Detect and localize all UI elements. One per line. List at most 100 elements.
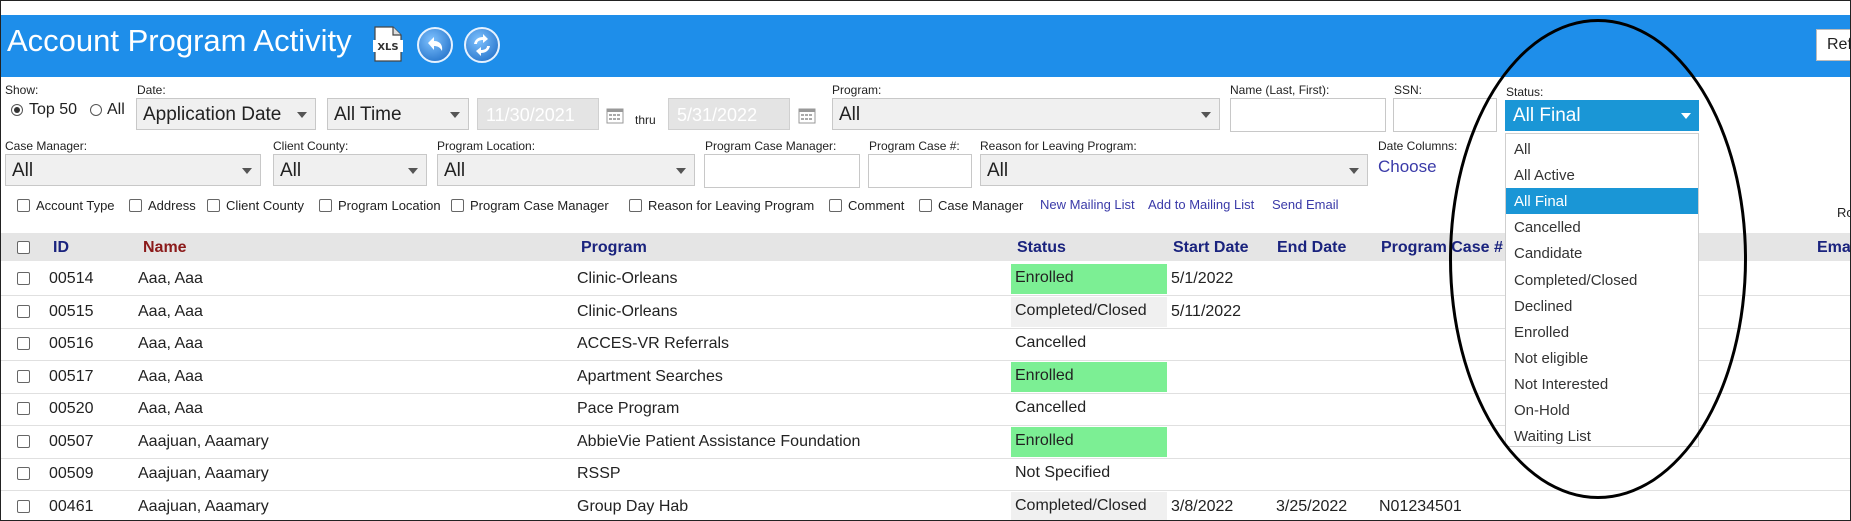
status-option[interactable]: On-Hold (1506, 397, 1698, 423)
row-checkbox[interactable] (17, 272, 30, 285)
chevron-down-icon (676, 168, 686, 174)
row-checkbox[interactable] (17, 435, 30, 448)
refresh-text-button[interactable]: Ref (1816, 29, 1850, 61)
program-case-manager-input[interactable] (704, 154, 860, 188)
chevron-down-icon (242, 168, 252, 174)
status-option[interactable]: Cancelled (1506, 214, 1698, 240)
column-checkbox[interactable] (829, 199, 842, 212)
back-button[interactable] (417, 27, 453, 63)
new-mailing-list-link[interactable]: New Mailing List (1040, 197, 1135, 212)
name-label: Name (Last, First): (1230, 83, 1330, 97)
cell-program: Pace Program (577, 400, 680, 417)
row-checkbox[interactable] (17, 467, 30, 480)
reason-select[interactable]: All (980, 154, 1368, 186)
status-option[interactable]: Candidate (1506, 240, 1698, 266)
column-option-label: Address (148, 198, 196, 213)
cell-name: Aaajuan, Aaamary (138, 498, 269, 515)
cell-name: Aaajuan, Aaamary (138, 433, 269, 450)
chevron-down-icon (408, 168, 418, 174)
send-email-link[interactable]: Send Email (1272, 197, 1338, 212)
column-header-name[interactable]: Name (143, 239, 187, 257)
cell-id: 00515 (49, 303, 94, 320)
column-header-start-date[interactable]: Start Date (1173, 239, 1249, 257)
column-checkbox[interactable] (129, 199, 142, 212)
cell-id: 00516 (49, 335, 94, 352)
cell-name: Aaajuan, Aaamary (138, 465, 269, 482)
name-input[interactable] (1230, 98, 1386, 132)
from-date-input[interactable]: 11/30/2021 (477, 98, 599, 130)
excel-export-icon[interactable]: XLS (373, 26, 403, 62)
status-option[interactable]: Declined (1506, 293, 1698, 319)
cell-program: Apartment Searches (577, 368, 723, 385)
select-all-checkbox[interactable] (17, 241, 30, 254)
row-checkbox[interactable] (17, 402, 30, 415)
row-checkbox[interactable] (17, 500, 30, 513)
choose-date-columns-link[interactable]: Choose (1378, 157, 1437, 177)
app-window: Account Program Activity XLS Ref Show: T… (0, 0, 1851, 521)
ssn-label: SSN: (1394, 83, 1423, 97)
cell-program: AbbieVie Patient Assistance Foundation (577, 433, 861, 450)
status-option[interactable]: All Final (1506, 188, 1698, 214)
to-date-input[interactable]: 5/31/2022 (668, 98, 790, 130)
cell-name: Aaa, Aaa (138, 335, 203, 352)
column-checkbox[interactable] (919, 199, 932, 212)
cell-name: Aaa, Aaa (138, 270, 203, 287)
cell-program: ACCES-VR Referrals (577, 335, 730, 352)
date-label: Date: (137, 83, 166, 97)
cell-program: Group Day Hab (577, 498, 689, 515)
table-row[interactable] (1, 459, 1850, 490)
cell-name: Aaa, Aaa (138, 400, 203, 417)
row-checkbox[interactable] (17, 370, 30, 383)
program-select[interactable]: All (832, 98, 1220, 130)
chevron-down-icon (450, 112, 460, 118)
status-select[interactable]: All Final (1505, 100, 1699, 131)
column-header-id[interactable]: ID (53, 239, 69, 257)
client-county-select[interactable]: All (273, 154, 427, 186)
column-checkbox[interactable] (451, 199, 464, 212)
status-option[interactable]: All Active (1506, 162, 1698, 188)
date-type-select[interactable]: Application Date (136, 98, 316, 130)
calendar-icon[interactable] (606, 106, 624, 124)
cell-name: Aaa, Aaa (138, 368, 203, 385)
column-checkbox[interactable] (319, 199, 332, 212)
program-location-label: Program Location: (437, 139, 536, 153)
column-header-email[interactable]: Ema (1817, 239, 1850, 257)
column-header-status[interactable]: Status (1017, 239, 1066, 257)
cell-id: 00509 (49, 465, 94, 482)
cell-start-date: 5/1/2022 (1171, 270, 1234, 287)
add-to-mailing-list-link[interactable]: Add to Mailing List (1148, 197, 1254, 212)
ssn-input[interactable] (1393, 98, 1497, 132)
cell-status: Enrolled (1011, 264, 1167, 294)
program-case-number-label: Program Case #: (869, 139, 960, 153)
status-option[interactable]: Completed/Closed (1506, 267, 1698, 293)
table-row[interactable] (1, 492, 1850, 520)
status-option[interactable]: Enrolled (1506, 319, 1698, 345)
column-option-label: Comment (848, 198, 905, 213)
row-checkbox[interactable] (17, 337, 30, 350)
status-option[interactable]: Waiting List (1506, 423, 1698, 449)
column-checkbox[interactable] (629, 199, 642, 212)
row-checkbox[interactable] (17, 305, 30, 318)
program-location-select[interactable]: All (437, 154, 695, 186)
status-option[interactable]: Not eligible (1506, 345, 1698, 371)
column-header-program[interactable]: Program (581, 239, 647, 257)
date-range-select[interactable]: All Time (327, 98, 469, 130)
column-option-label: Case Manager (938, 198, 1024, 213)
status-option[interactable]: Not Interested (1506, 371, 1698, 397)
program-case-number-input[interactable] (868, 154, 972, 188)
cell-id: 00520 (49, 400, 94, 417)
case-manager-select[interactable]: All (5, 154, 261, 186)
truncated-label: Ro (1837, 205, 1850, 220)
cell-end-date: 3/25/2022 (1276, 498, 1348, 515)
column-header-program-case[interactable]: Program Case # (1381, 239, 1503, 257)
top50-radio[interactable] (11, 104, 23, 116)
calendar-icon[interactable] (798, 106, 816, 124)
column-checkbox[interactable] (207, 199, 220, 212)
status-option[interactable]: All (1506, 136, 1698, 162)
all-radio[interactable] (90, 104, 102, 116)
refresh-button[interactable] (464, 27, 500, 63)
cell-status: Cancelled (1015, 399, 1087, 416)
column-checkbox[interactable] (17, 199, 30, 212)
cell-status: Not Specified (1015, 464, 1111, 481)
column-header-end-date[interactable]: End Date (1277, 239, 1346, 257)
